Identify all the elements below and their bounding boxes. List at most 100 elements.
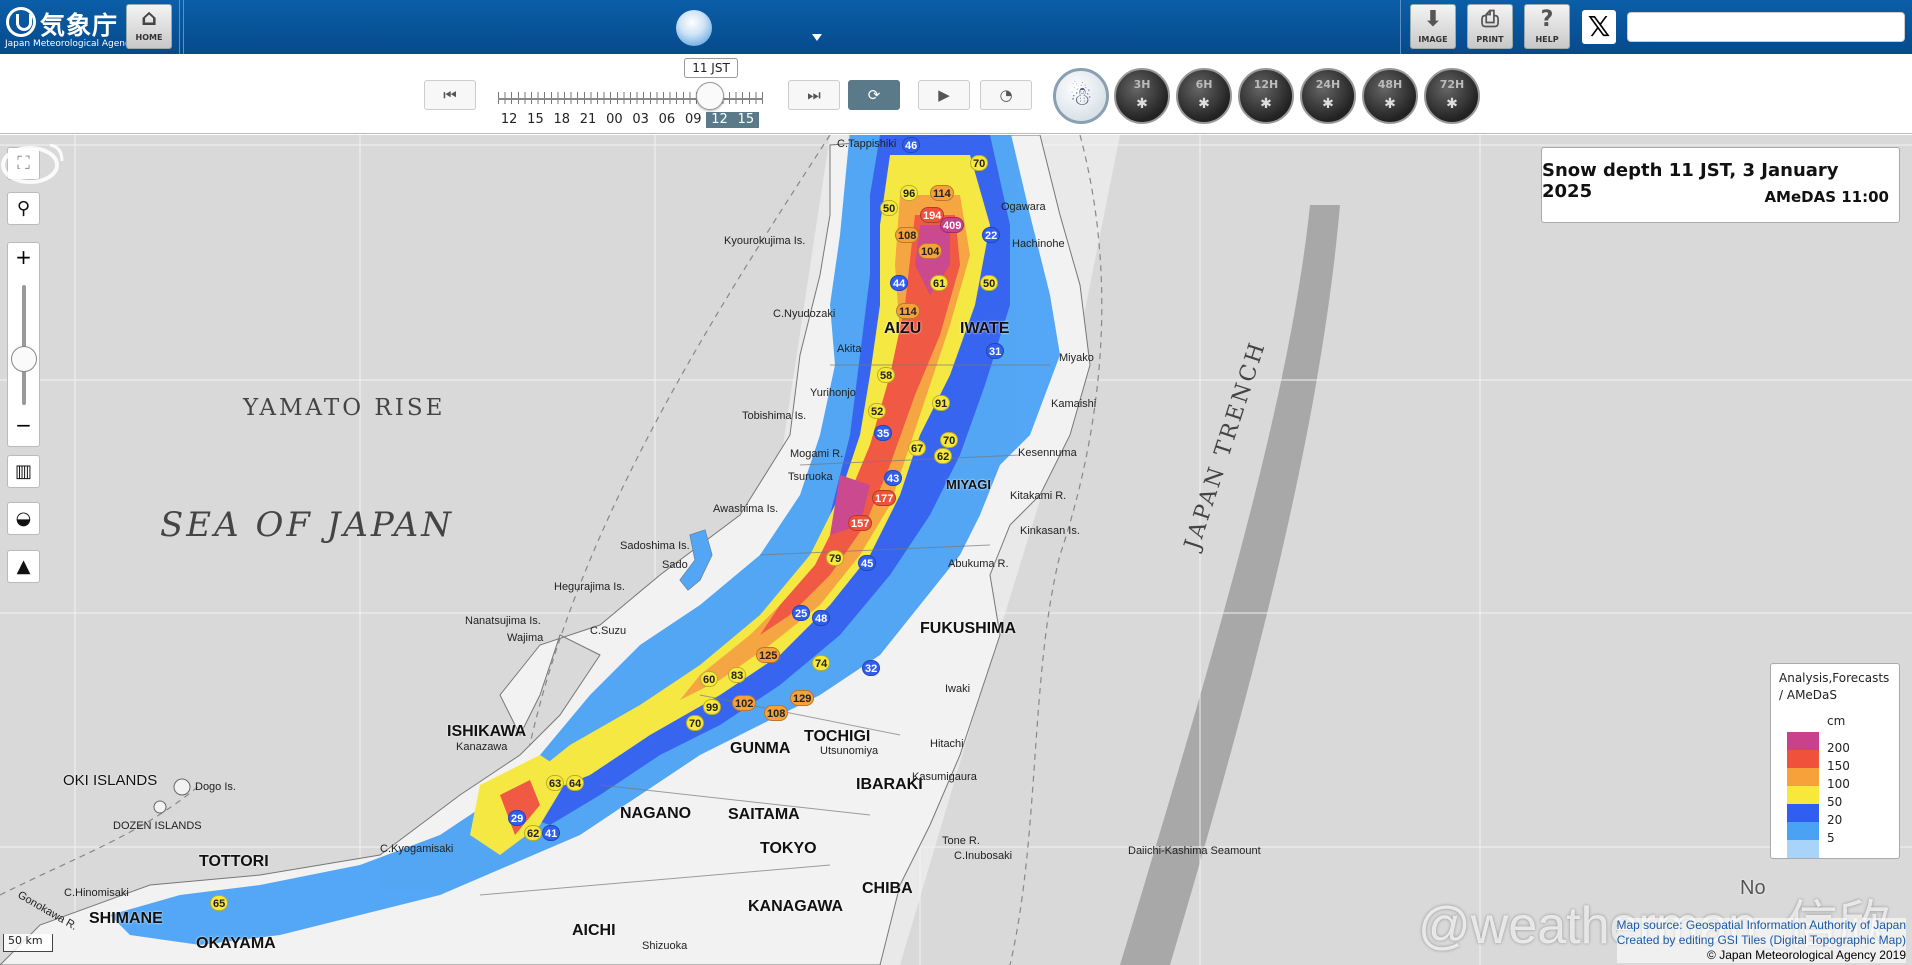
- station-value[interactable]: 177: [872, 490, 897, 506]
- station-value[interactable]: 60: [700, 671, 719, 687]
- zoom-out-button[interactable]: −: [8, 413, 39, 437]
- credit-tiles[interactable]: Created by editing GSI Tiles (Digital To…: [1617, 933, 1906, 948]
- snowfall-24h-button[interactable]: 24H ✱: [1300, 68, 1356, 124]
- station-value[interactable]: 46: [902, 137, 921, 153]
- home-button[interactable]: ⌂ HOME: [126, 4, 172, 49]
- zoom-slider-track[interactable]: [22, 285, 26, 405]
- hour-label[interactable]: 00: [601, 112, 627, 128]
- station-value[interactable]: 50: [980, 275, 999, 291]
- image-button-label: IMAGE: [1418, 35, 1448, 44]
- search-input[interactable]: [1627, 12, 1905, 42]
- opacity-button[interactable]: ◒: [7, 502, 40, 535]
- station-value[interactable]: 32: [862, 660, 881, 676]
- zoom-in-button[interactable]: +: [8, 245, 39, 269]
- station-value[interactable]: 41: [542, 825, 561, 841]
- station-value[interactable]: 62: [934, 448, 953, 464]
- station-value[interactable]: 67: [908, 440, 927, 456]
- station-value[interactable]: 129: [790, 690, 815, 706]
- snowfall-72h-button[interactable]: 72H ✱: [1424, 68, 1480, 124]
- station-value[interactable]: 70: [686, 715, 705, 731]
- first-frame-button[interactable]: ⏮: [424, 80, 476, 110]
- globe-icon[interactable]: [676, 10, 712, 46]
- hour-label[interactable]: 03: [627, 112, 653, 128]
- station-value[interactable]: 70: [940, 432, 959, 448]
- speed-button[interactable]: ◔: [980, 80, 1032, 110]
- station-value[interactable]: 63: [546, 775, 565, 791]
- x-share-button[interactable]: 𝕏: [1582, 10, 1616, 44]
- station-value[interactable]: 114: [896, 303, 920, 319]
- station-value[interactable]: 114: [930, 185, 954, 201]
- station-value[interactable]: 35: [874, 425, 893, 441]
- station-value[interactable]: 91: [932, 395, 951, 411]
- station-value[interactable]: 99: [703, 699, 722, 715]
- station-value[interactable]: 62: [524, 825, 543, 841]
- logo-en-text: Japan Meteorological Agency: [5, 39, 136, 49]
- station-value[interactable]: 104: [918, 243, 943, 259]
- help-icon: ?: [1540, 7, 1554, 32]
- station-value[interactable]: 125: [756, 647, 781, 663]
- map-viewport[interactable]: SEA OF JAPAN YAMATO RISE JAPAN TRENCH AI…: [0, 135, 1912, 965]
- location-button[interactable]: ⚲: [7, 192, 40, 225]
- pref-label: TOTTORI: [199, 853, 269, 870]
- chevron-down-icon[interactable]: [812, 34, 822, 41]
- help-button[interactable]: ? HELP: [1524, 4, 1570, 49]
- pref-label: KANAGAWA: [748, 898, 844, 915]
- station-value[interactable]: 48: [812, 610, 831, 626]
- station-value[interactable]: 102: [732, 695, 757, 711]
- hour-label[interactable]: 09: [680, 112, 706, 128]
- place-label: Shizuoka: [642, 940, 688, 952]
- station-value[interactable]: 52: [868, 403, 887, 419]
- place-label: Hegurajima Is.: [554, 581, 625, 593]
- station-value[interactable]: 58: [877, 367, 896, 383]
- hour-label[interactable]: 15: [522, 112, 548, 128]
- download-icon: ⬇: [1423, 7, 1443, 32]
- last-frame-button[interactable]: ⏭: [788, 80, 840, 110]
- time-slider-handle[interactable]: [696, 82, 724, 110]
- credit-source[interactable]: Map source: Geospatial Information Autho…: [1617, 918, 1907, 933]
- station-value[interactable]: 108: [895, 227, 920, 243]
- station-value[interactable]: 65: [210, 895, 229, 911]
- terrain-button[interactable]: ▲: [7, 550, 40, 583]
- hour-label[interactable]: 15: [732, 112, 759, 128]
- station-value[interactable]: 45: [858, 555, 877, 571]
- snowfall-6h-button[interactable]: 6H ✱: [1176, 68, 1232, 124]
- station-value[interactable]: 70: [970, 155, 989, 171]
- station-value[interactable]: 83: [728, 667, 747, 683]
- station-value[interactable]: 96: [900, 185, 919, 201]
- hour-label[interactable]: 18: [549, 112, 575, 128]
- hour-label[interactable]: 06: [654, 112, 680, 128]
- station-value[interactable]: 25: [792, 605, 811, 621]
- hour-label[interactable]: 12: [496, 112, 522, 128]
- station-value[interactable]: 22: [982, 227, 1001, 243]
- print-button[interactable]: ⎙ PRINT: [1467, 4, 1513, 49]
- play-icon: ▶: [938, 86, 950, 104]
- station-value[interactable]: 79: [826, 550, 845, 566]
- snow-depth-button[interactable]: ☃: [1053, 68, 1109, 124]
- hour-label[interactable]: 12: [706, 112, 733, 128]
- credit-copyright: © Japan Meteorological Agency 2019: [1707, 948, 1906, 962]
- station-value[interactable]: 409: [940, 217, 965, 233]
- snowfall-12h-button[interactable]: 12H ✱: [1238, 68, 1294, 124]
- station-value[interactable]: 43: [884, 470, 903, 486]
- time-controls: ⏮ 11 JST 12 15 18 21 00 03 06 09 12 15 ⏭ ⟳ ▶ ◔ ☃ …: [0, 54, 1912, 134]
- station-value[interactable]: 29: [508, 810, 527, 826]
- snowflake-icon: ✱: [1198, 96, 1210, 112]
- station-value[interactable]: 74: [812, 655, 831, 671]
- station-value[interactable]: 31: [986, 343, 1005, 359]
- latest-button[interactable]: ⟳: [848, 80, 900, 110]
- map-layer-button[interactable]: ▥: [7, 455, 40, 488]
- station-value[interactable]: 64: [566, 775, 585, 791]
- play-button[interactable]: ▶: [918, 80, 970, 110]
- station-value[interactable]: 157: [848, 515, 873, 531]
- snowfall-3h-button[interactable]: 3H ✱: [1114, 68, 1170, 124]
- station-value[interactable]: 61: [930, 275, 949, 291]
- pref-label: AICHI: [572, 922, 616, 939]
- map-icon: ▥: [14, 461, 32, 482]
- station-value[interactable]: 44: [890, 275, 909, 291]
- image-button[interactable]: ⬇ IMAGE: [1410, 4, 1456, 49]
- snowfall-48h-button[interactable]: 48H ✱: [1362, 68, 1418, 124]
- station-value[interactable]: 108: [764, 705, 789, 721]
- hour-label[interactable]: 21: [575, 112, 601, 128]
- station-value[interactable]: 50: [880, 200, 899, 216]
- zoom-slider-handle[interactable]: [11, 346, 37, 372]
